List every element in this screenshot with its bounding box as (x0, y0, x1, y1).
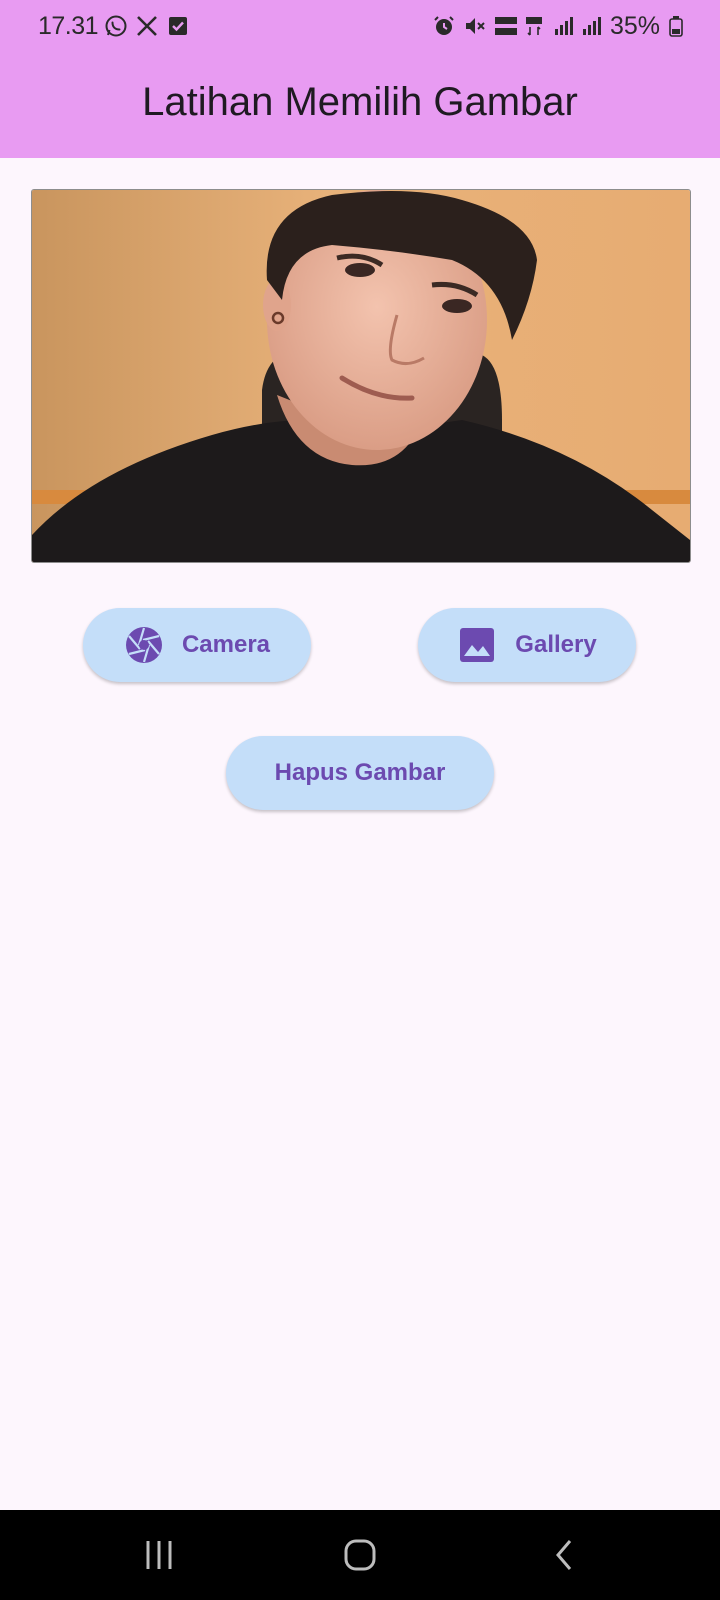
delete-image-button[interactable]: Hapus Gambar (226, 736, 494, 810)
app-bar: Latihan Memilih Gambar (0, 54, 720, 158)
volte-lte1-icon (495, 17, 517, 35)
4g-plus-icon (526, 17, 542, 36)
gallery-button-label: Gallery (515, 631, 597, 658)
signal-icon (555, 17, 573, 35)
mute-icon (466, 18, 485, 34)
camera-button-label: Camera (181, 631, 271, 658)
home-icon[interactable] (340, 1535, 380, 1575)
camera-button[interactable]: Camera (83, 608, 311, 682)
check-box-icon (169, 17, 187, 35)
status-bar: 17.31 35% (0, 0, 720, 54)
gallery-button[interactable]: Gallery (418, 608, 636, 682)
status-time: 17.31 (38, 12, 99, 40)
alarm-icon (434, 16, 454, 35)
signal-icon (583, 17, 601, 35)
x-icon (137, 16, 157, 36)
portrait-photo (32, 190, 690, 562)
battery-percent: 35% (610, 12, 661, 40)
image-icon (460, 628, 495, 662)
battery-icon (669, 16, 683, 37)
whatsapp-icon (105, 15, 127, 37)
page-title: Latihan Memilih Gambar (142, 80, 578, 124)
selected-image (31, 189, 691, 563)
camera-shutter-icon (125, 627, 162, 663)
delete-image-button-label: Hapus Gambar (274, 759, 446, 786)
back-icon[interactable] (548, 1535, 580, 1575)
recent-apps-icon[interactable] (143, 1535, 175, 1575)
system-nav-bar (0, 1510, 720, 1600)
